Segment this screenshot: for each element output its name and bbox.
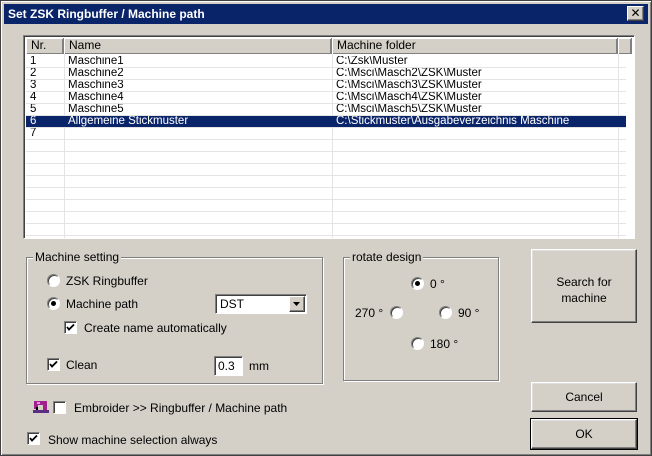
embroider-label[interactable]: Embroider >> Ringbuffer / Machine path bbox=[74, 401, 287, 415]
cell-folder: C:\Msci\Masch3\ZSK\Muster bbox=[336, 80, 482, 91]
column-header-name[interactable]: Name bbox=[64, 38, 332, 54]
close-button[interactable]: ✕ bbox=[627, 6, 644, 21]
cell-folder: C:\Zsk\Muster bbox=[336, 56, 408, 67]
cell-nr: 2 bbox=[30, 68, 37, 79]
cell-folder: C:\Msci\Masch4\ZSK\Muster bbox=[336, 92, 482, 103]
close-icon: ✕ bbox=[630, 6, 641, 20]
rotate-0-radio[interactable] bbox=[411, 277, 424, 290]
rotate-270-label[interactable]: 270 ° bbox=[355, 306, 383, 320]
rotate-180-label[interactable]: 180 ° bbox=[430, 337, 458, 351]
cell-name: Maschine4 bbox=[68, 92, 124, 103]
cell-name: Maschine2 bbox=[68, 68, 124, 79]
radio-dot bbox=[51, 301, 56, 306]
search-button-label: Search for machine bbox=[556, 275, 612, 305]
list-header: Nr. Name Machine folder bbox=[26, 38, 632, 54]
table-row[interactable]: 3 Maschine3 C:\Msci\Masch3\ZSK\Muster bbox=[26, 80, 626, 91]
cell-name: Allgemeine Stickmuster bbox=[68, 116, 189, 127]
table-row[interactable]: 7 bbox=[26, 128, 626, 139]
combo-dropdown-button[interactable] bbox=[289, 296, 305, 312]
radio-dot bbox=[415, 281, 420, 286]
sewing-machine-icon bbox=[33, 400, 49, 414]
show-selection-checkbox[interactable] bbox=[27, 432, 40, 445]
cell-folder: C:\Msci\Masch5\ZSK\Muster bbox=[336, 104, 482, 115]
rotate-270-radio[interactable] bbox=[390, 306, 403, 319]
cancel-button[interactable]: Cancel bbox=[531, 382, 637, 412]
clean-value-input[interactable]: 0.3 bbox=[214, 356, 243, 376]
create-name-label[interactable]: Create name automatically bbox=[84, 321, 227, 335]
ok-button[interactable]: OK bbox=[530, 418, 638, 450]
grid-line bbox=[26, 151, 626, 152]
cell-name: Maschine5 bbox=[68, 104, 124, 115]
cell-nr: 4 bbox=[30, 92, 37, 103]
table-row[interactable]: 1 Maschine1 C:\Zsk\Muster bbox=[26, 56, 626, 67]
cell-name bbox=[64, 128, 332, 139]
cell-nr: 1 bbox=[30, 56, 37, 67]
rotate-90-radio[interactable] bbox=[439, 306, 452, 319]
column-header-filler bbox=[618, 38, 632, 54]
chevron-down-icon bbox=[293, 302, 300, 306]
zsk-ringbuffer-radio[interactable] bbox=[47, 274, 60, 287]
cell-folder bbox=[332, 128, 622, 139]
cell-name: Maschine3 bbox=[68, 80, 124, 91]
machine-path-radio[interactable] bbox=[47, 297, 60, 310]
cell-folder: C:\Msci\Masch2\ZSK\Muster bbox=[336, 68, 482, 79]
rotate-90-label[interactable]: 90 ° bbox=[458, 306, 479, 320]
machine-setting-caption: Machine setting bbox=[33, 250, 122, 264]
dialog-window: Set ZSK Ringbuffer / Machine path ✕ Nr. … bbox=[0, 0, 652, 456]
grid-line bbox=[26, 187, 626, 188]
create-name-checkbox[interactable] bbox=[64, 321, 77, 334]
column-header-folder[interactable]: Machine folder bbox=[332, 38, 618, 54]
checkmark-icon bbox=[66, 323, 75, 331]
machine-path-label[interactable]: Machine path bbox=[66, 297, 138, 311]
grid-line bbox=[26, 199, 626, 200]
cell-nr: 7 bbox=[30, 128, 37, 139]
search-for-machine-button[interactable]: Search for machine bbox=[531, 249, 637, 323]
grid-line bbox=[26, 223, 626, 224]
rotate-design-caption: rotate design bbox=[350, 250, 424, 264]
cell-nr: 3 bbox=[30, 80, 37, 91]
title-bar[interactable]: Set ZSK Ringbuffer / Machine path ✕ bbox=[4, 4, 648, 24]
format-value: DST bbox=[220, 297, 244, 311]
checkmark-icon bbox=[29, 434, 38, 442]
checkmark-icon bbox=[49, 360, 58, 368]
table-row-selected[interactable]: 6 Allgemeine Stickmuster C:\Stickmuster\… bbox=[26, 116, 626, 127]
show-selection-label[interactable]: Show machine selection always bbox=[48, 433, 217, 447]
cancel-button-label: Cancel bbox=[565, 390, 603, 404]
grid-line bbox=[26, 175, 626, 176]
clean-label[interactable]: Clean bbox=[66, 358, 97, 372]
table-row[interactable]: 4 Maschine4 C:\Msci\Masch4\ZSK\Muster bbox=[26, 92, 626, 103]
ok-button-label: OK bbox=[575, 427, 593, 441]
grid-line bbox=[26, 235, 626, 236]
clean-unit: mm bbox=[249, 359, 269, 373]
machine-list[interactable]: Nr. Name Machine folder 1 Maschine1 C:\Z… bbox=[23, 35, 635, 239]
embroider-checkbox[interactable] bbox=[53, 401, 66, 414]
cell-folder: C:\Stickmuster\Ausgabeverzeichnis Maschi… bbox=[336, 116, 570, 127]
grid-line bbox=[26, 139, 626, 140]
rotate-180-radio[interactable] bbox=[411, 337, 424, 350]
column-header-nr[interactable]: Nr. bbox=[26, 38, 64, 54]
grid-line bbox=[26, 211, 626, 212]
cell-nr: 5 bbox=[30, 104, 37, 115]
cell-name: Maschine1 bbox=[68, 56, 124, 67]
zsk-ringbuffer-label[interactable]: ZSK Ringbuffer bbox=[66, 274, 148, 288]
clean-checkbox[interactable] bbox=[47, 358, 60, 371]
grid-line bbox=[26, 163, 626, 164]
window-title: Set ZSK Ringbuffer / Machine path bbox=[8, 7, 205, 21]
table-row[interactable]: 2 Maschine2 C:\Msci\Masch2\ZSK\Muster bbox=[26, 68, 626, 79]
rotate-0-label[interactable]: 0 ° bbox=[430, 277, 445, 291]
clean-value: 0.3 bbox=[218, 359, 235, 373]
format-combobox[interactable]: DST bbox=[215, 294, 307, 314]
table-row[interactable]: 5 Maschine5 C:\Msci\Masch5\ZSK\Muster bbox=[26, 104, 626, 115]
cell-nr: 6 bbox=[30, 116, 37, 127]
